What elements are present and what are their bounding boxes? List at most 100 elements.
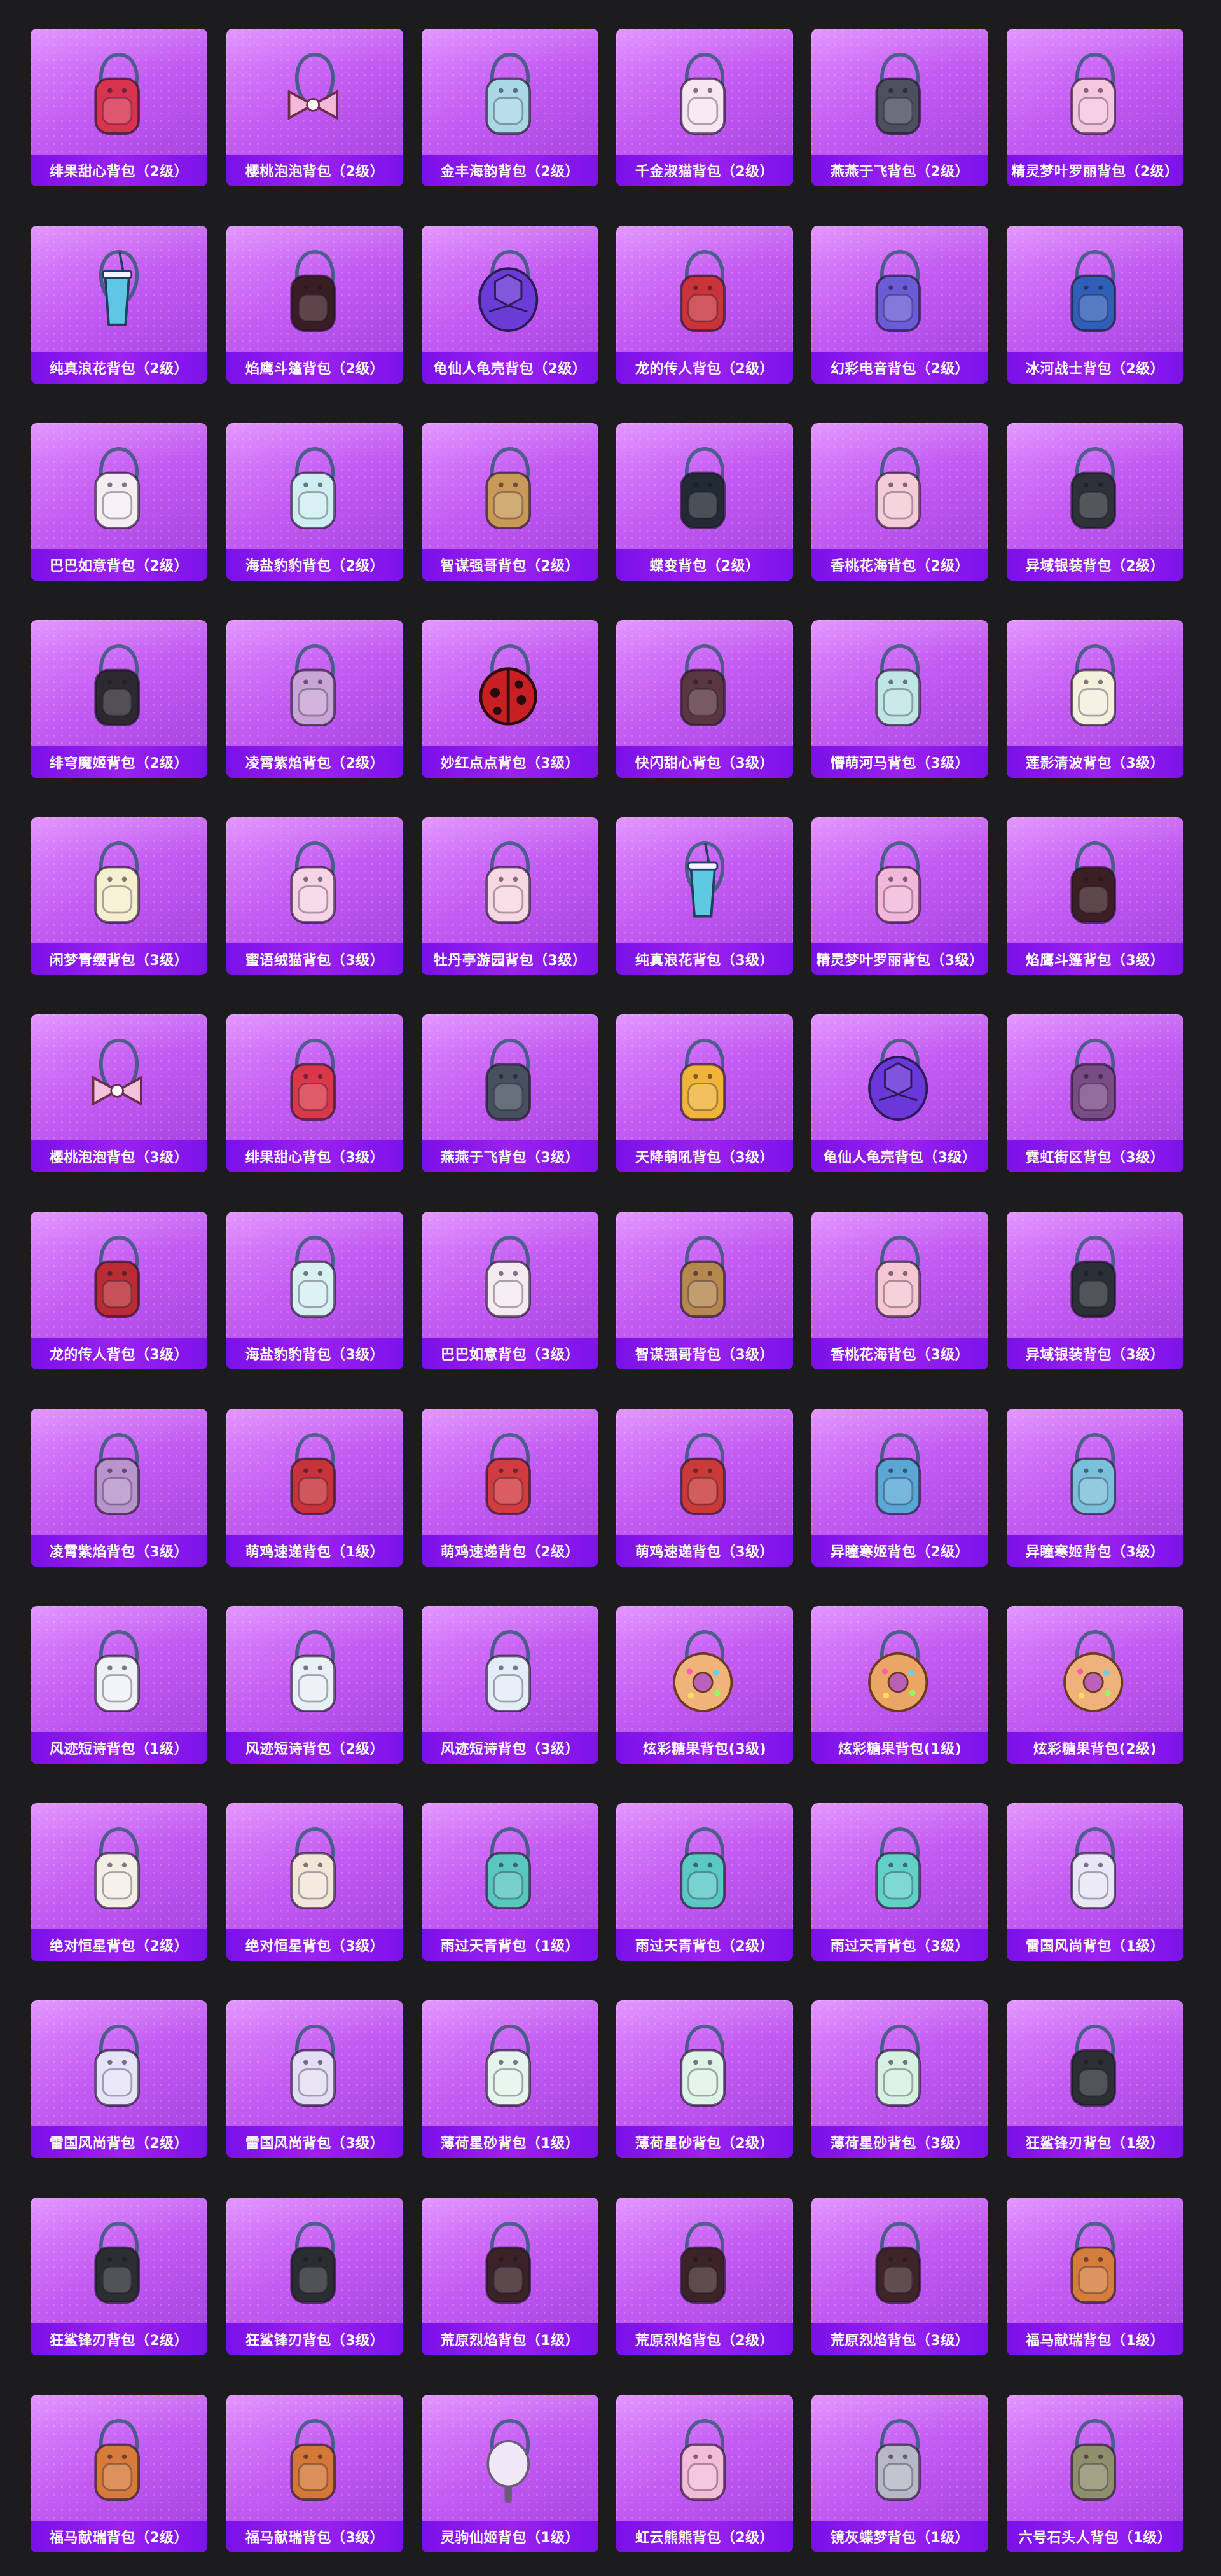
backpack-card[interactable]: 蜜语绒猫背包（3级） — [226, 817, 403, 975]
backpack-icon — [456, 1620, 564, 1722]
backpack-card[interactable]: 雷国风尚背包（3级） — [226, 2000, 403, 2158]
backpack-card[interactable]: 雷国风尚背包（1级） — [1007, 1803, 1183, 1961]
backpack-card[interactable]: 焰鹰斗篷背包（3级） — [1007, 817, 1183, 975]
backpack-name-label: 智谋强哥背包（3级） — [635, 1347, 775, 1363]
backpack-card[interactable]: 镜灰蝶梦背包（1级） — [811, 2395, 988, 2552]
backpack-card[interactable]: 懵萌河马背包（3级） — [811, 620, 988, 778]
backpack-name-bar: 薄荷星砂背包（2级） — [616, 2126, 793, 2158]
backpack-card[interactable]: 龟仙人龟壳背包（2级） — [422, 226, 598, 384]
backpack-name-label: 莲影清波背包（3级） — [1025, 756, 1165, 772]
backpack-card[interactable]: 海盐豹豹背包（3级） — [226, 1212, 403, 1369]
backpack-card[interactable]: 薄荷星砂背包（3级） — [811, 2000, 988, 2158]
backpack-name-label: 千金淑猫背包（2级） — [635, 164, 775, 180]
backpack-card[interactable]: 萌鸡速递背包（1级） — [226, 1409, 403, 1567]
backpack-icon — [261, 1423, 369, 1525]
backpack-card[interactable]: 萌鸡速递背包（2级） — [422, 1409, 598, 1567]
backpack-card[interactable]: 异瞳寒姬背包（2级） — [811, 1409, 988, 1567]
backpack-card[interactable]: 霓虹街区背包（3级） — [1007, 1014, 1183, 1172]
backpack-card[interactable]: 凌霄紫焰背包（3级） — [31, 1409, 207, 1567]
backpack-card[interactable]: 异域银装背包（2级） — [1007, 423, 1183, 581]
backpack-card[interactable]: 荒原烈焰背包（3级） — [811, 2198, 988, 2355]
backpack-card[interactable]: 炫彩糖果背包(2级) — [1007, 1606, 1183, 1764]
backpack-card[interactable]: 蝶变背包（2级） — [616, 423, 793, 581]
backpack-card[interactable]: 樱桃泡泡背包（3级） — [31, 1014, 207, 1172]
backpack-card[interactable]: 精灵梦叶罗丽背包（2级） — [1007, 29, 1183, 186]
backpack-card[interactable]: 幻彩电音背包（2级） — [811, 226, 988, 384]
backpack-card[interactable]: 快闪甜心背包（3级） — [616, 620, 793, 778]
backpack-card[interactable]: 燕燕于飞背包（2级） — [811, 29, 988, 186]
backpack-card[interactable]: 樱桃泡泡背包（2级） — [226, 29, 403, 186]
backpack-card[interactable]: 金丰海韵背包（2级） — [422, 29, 598, 186]
backpack-card[interactable]: 萌鸡速递背包（3级） — [616, 1409, 793, 1567]
backpack-card[interactable]: 妙红点点背包（3级） — [422, 620, 598, 778]
backpack-card[interactable]: 狂鲨锋刃背包（1级） — [1007, 2000, 1183, 2158]
turtle-shell-backpack-icon — [846, 1028, 954, 1130]
backpack-card[interactable]: 智谋强哥背包（3级） — [616, 1212, 793, 1369]
backpack-icon — [846, 2409, 954, 2510]
backpack-card[interactable]: 荒原烈焰背包（1级） — [422, 2198, 598, 2355]
backpack-icon — [456, 831, 564, 933]
backpack-card[interactable]: 风迹短诗背包（1级） — [31, 1606, 207, 1764]
backpack-card[interactable]: 雨过天青背包（3级） — [811, 1803, 988, 1961]
backpack-card[interactable]: 薄荷星砂背包（1级） — [422, 2000, 598, 2158]
backpack-card[interactable]: 炫彩糖果背包(3级) — [616, 1606, 793, 1764]
backpack-card[interactable]: 牡丹亭游园背包（3级） — [422, 817, 598, 975]
backpack-card[interactable]: 焰鹰斗篷背包（2级） — [226, 226, 403, 384]
backpack-card[interactable]: 巴巴如意背包（2级） — [31, 423, 207, 581]
backpack-icon — [456, 2014, 564, 2116]
backpack-card[interactable]: 异域银装背包（3级） — [1007, 1212, 1183, 1369]
backpack-card[interactable]: 雨过天青背包（2级） — [616, 1803, 793, 1961]
backpack-card[interactable]: 绯果甜心背包（3级） — [226, 1014, 403, 1172]
backpack-name-bar: 莲影清波背包（3级） — [1007, 746, 1183, 778]
backpack-card[interactable]: 闲梦青缨背包（3级） — [31, 817, 207, 975]
backpack-name-bar: 雷国风尚背包（2级） — [31, 2126, 207, 2158]
backpack-name-bar: 荒原烈焰背包（1级） — [422, 2323, 598, 2355]
backpack-card[interactable]: 龙的传人背包（2级） — [616, 226, 793, 384]
backpack-card[interactable]: 薄荷星砂背包（2级） — [616, 2000, 793, 2158]
backpack-card[interactable]: 纯真浪花背包（2级） — [31, 226, 207, 384]
backpack-card[interactable]: 纯真浪花背包（3级） — [616, 817, 793, 975]
backpack-card[interactable]: 龙的传人背包（3级） — [31, 1212, 207, 1369]
backpack-card[interactable]: 异瞳寒姬背包（3级） — [1007, 1409, 1183, 1567]
backpack-card[interactable]: 福马献瑞背包（2级） — [31, 2395, 207, 2552]
backpack-card[interactable]: 天降萌吼背包（3级） — [616, 1014, 793, 1172]
backpack-card[interactable]: 冰河战士背包（2级） — [1007, 226, 1183, 384]
backpack-card[interactable]: 燕燕于飞背包（3级） — [422, 1014, 598, 1172]
backpack-card[interactable]: 炫彩糖果背包(1级) — [811, 1606, 988, 1764]
backpack-name-label: 雨过天青背包（1级） — [440, 1939, 580, 1955]
backpack-card[interactable]: 狂鲨锋刃背包（2级） — [31, 2198, 207, 2355]
backpack-card[interactable]: 灵驹仙姬背包（1级） — [422, 2395, 598, 2552]
backpack-name-bar: 海盐豹豹背包（2级） — [226, 549, 403, 581]
backpack-card[interactable]: 福马献瑞背包（1级） — [1007, 2198, 1183, 2355]
donut-backpack-icon — [846, 1620, 954, 1722]
backpack-icon — [65, 1817, 173, 1919]
backpack-card[interactable]: 福马献瑞背包（3级） — [226, 2395, 403, 2552]
backpack-card[interactable]: 精灵梦叶罗丽背包（3级） — [811, 817, 988, 975]
backpack-name-label: 风迹短诗背包（2级） — [245, 1742, 385, 1757]
backpack-card[interactable]: 香桃花海背包（3级） — [811, 1212, 988, 1369]
backpack-card[interactable]: 龟仙人龟壳背包（3级） — [811, 1014, 988, 1172]
backpack-icon — [846, 240, 954, 342]
backpack-name-label: 精灵梦叶罗丽背包（2级） — [1011, 164, 1179, 180]
backpack-card[interactable]: 雨过天青背包（1级） — [422, 1803, 598, 1961]
backpack-card[interactable]: 智谋强哥背包（2级） — [422, 423, 598, 581]
backpack-card[interactable]: 海盐豹豹背包（2级） — [226, 423, 403, 581]
backpack-card[interactable]: 虹云熊熊背包（2级） — [616, 2395, 793, 2552]
backpack-card[interactable]: 狂鲨锋刃背包（3级） — [226, 2198, 403, 2355]
backpack-icon — [651, 1226, 759, 1327]
backpack-card[interactable]: 绯穹魔姬背包（2级） — [31, 620, 207, 778]
backpack-card[interactable]: 千金淑猫背包（2级） — [616, 29, 793, 186]
backpack-card[interactable]: 绝对恒星背包（2级） — [31, 1803, 207, 1961]
backpack-card[interactable]: 香桃花海背包（2级） — [811, 423, 988, 581]
backpack-card[interactable]: 风迹短诗背包（3级） — [422, 1606, 598, 1764]
backpack-card[interactable]: 风迹短诗背包（2级） — [226, 1606, 403, 1764]
backpack-card[interactable]: 荒原烈焰背包（2级） — [616, 2198, 793, 2355]
backpack-card[interactable]: 绯果甜心背包（2级） — [31, 29, 207, 186]
backpack-card[interactable]: 凌霄紫焰背包（2级） — [226, 620, 403, 778]
backpack-card[interactable]: 巴巴如意背包（3级） — [422, 1212, 598, 1369]
backpack-icon — [261, 240, 369, 342]
backpack-card[interactable]: 莲影清波背包（3级） — [1007, 620, 1183, 778]
backpack-card[interactable]: 绝对恒星背包（3级） — [226, 1803, 403, 1961]
backpack-card[interactable]: 六号石头人背包（1级） — [1007, 2395, 1183, 2552]
backpack-card[interactable]: 雷国风尚背包（2级） — [31, 2000, 207, 2158]
